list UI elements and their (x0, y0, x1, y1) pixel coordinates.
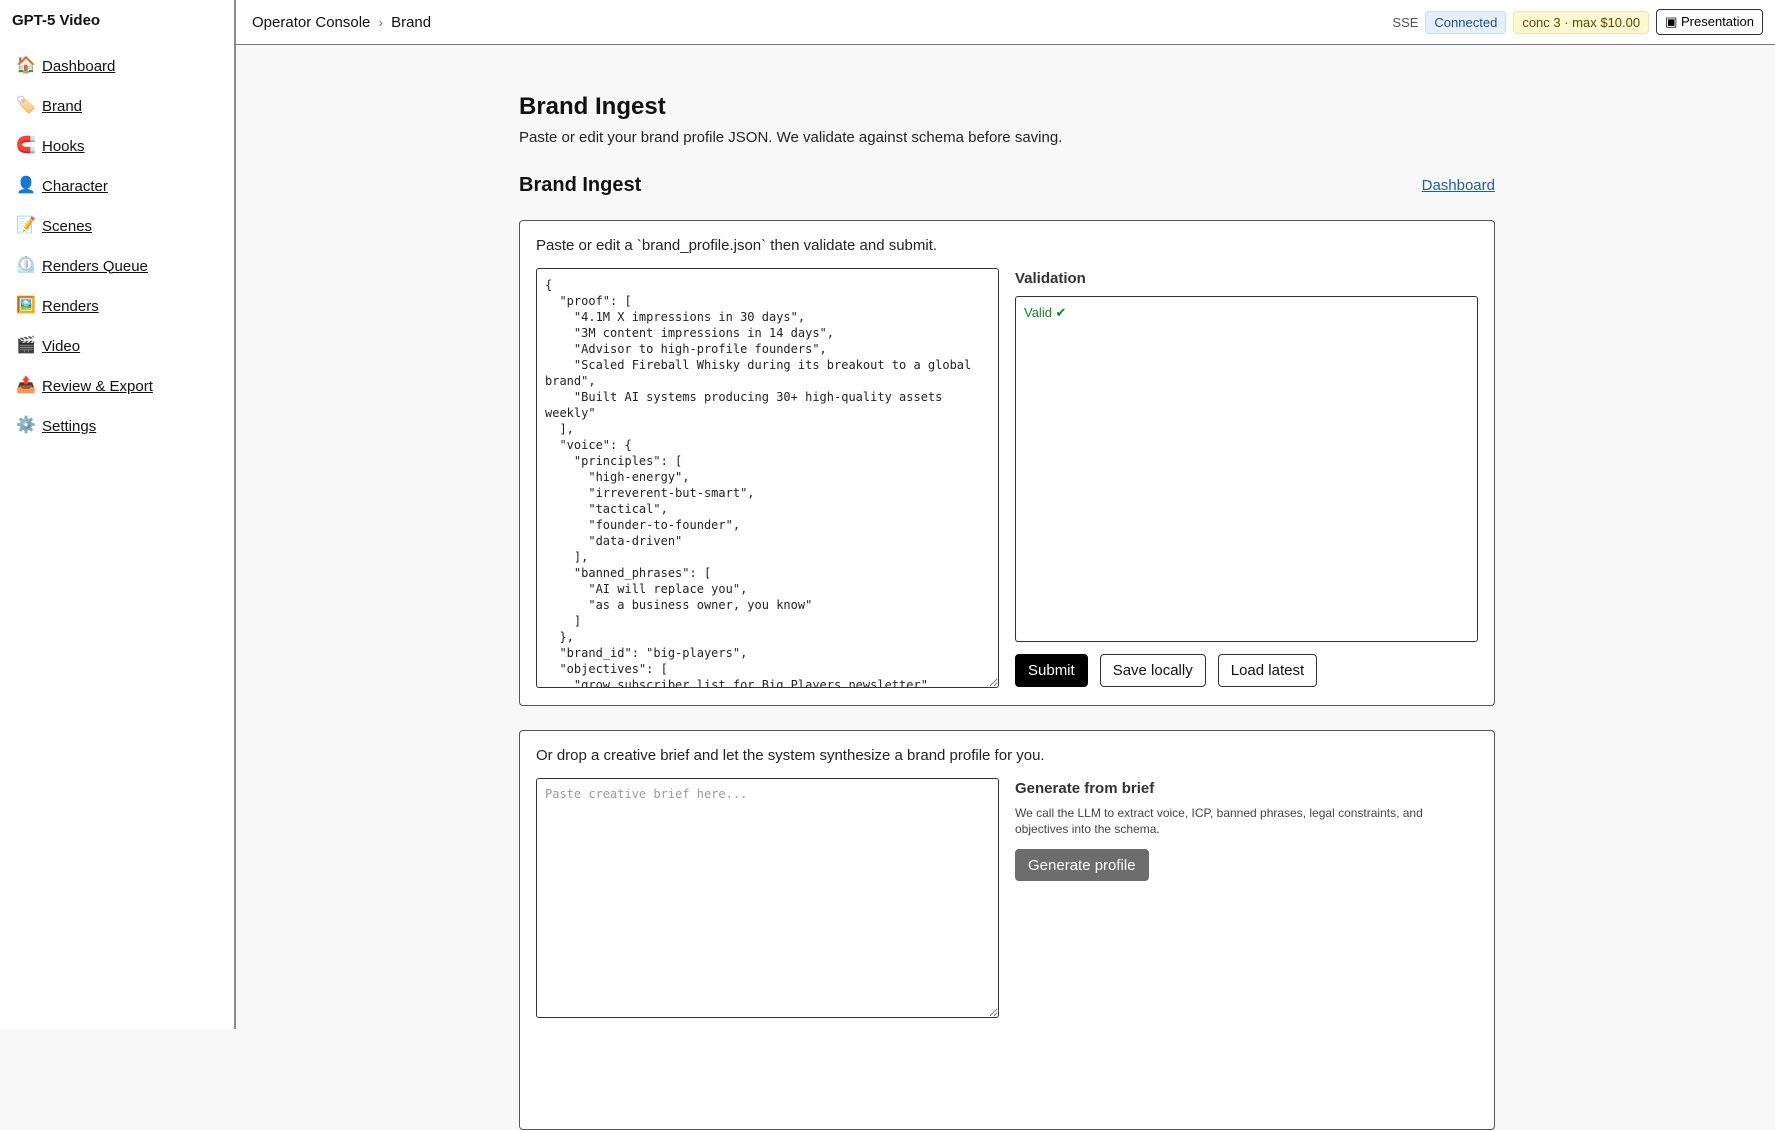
creative-brief-input[interactable] (536, 778, 999, 1018)
generate-title: Generate from brief (1015, 780, 1155, 797)
picture-icon: 🖼️ (16, 297, 36, 314)
validation-column: Validation Valid ✔ Submit Save locally L… (1015, 268, 1478, 688)
json-editor[interactable] (536, 268, 999, 688)
magnet-icon: 🧲 (16, 137, 36, 154)
brief-intro: Or drop a creative brief and let the sys… (536, 747, 1045, 764)
sidebar-item-label[interactable]: Renders Queue (42, 258, 148, 275)
sidebar-item-dashboard[interactable]: 🏠 Dashboard (0, 46, 234, 86)
ingest-card: Paste or edit a `brand_profile.json` the… (519, 220, 1495, 706)
chevron-right-icon: › (378, 14, 384, 30)
dashboard-link[interactable]: Dashboard (1422, 177, 1495, 194)
validation-output: Valid ✔ (1015, 296, 1478, 642)
sidebar-item-renders[interactable]: 🖼️ Renders (0, 286, 234, 326)
sidebar-item-video[interactable]: 🎬 Video (0, 326, 234, 366)
page-title: Brand Ingest (519, 93, 666, 120)
sidebar-item-settings[interactable]: ⚙️ Settings (0, 406, 234, 446)
generate-description: We call the LLM to extract voice, ICP, b… (1015, 806, 1423, 836)
ingest-intro: Paste or edit a `brand_profile.json` the… (536, 237, 938, 254)
memo-icon: 📝 (16, 217, 36, 234)
breadcrumb-root[interactable]: Operator Console (252, 14, 370, 31)
concurrency-badge: conc 3 · max $10.00 (1513, 10, 1650, 34)
home-icon: 🏠 (16, 57, 36, 74)
topbar: Operator Console › Brand SSE Connected c… (236, 0, 1775, 45)
ingest-split: Validation Valid ✔ Submit Save locally L… (536, 268, 1478, 688)
page-content: Brand Ingest Paste or edit your brand pr… (519, 45, 1495, 1130)
sidebar-item-scenes[interactable]: 📝 Scenes (0, 206, 234, 246)
sidebar-nav: 🏠 Dashboard 🏷️ Brand 🧲 Hooks 👤 Character 📝 Sc… (0, 46, 234, 446)
brief-card: Or drop a creative brief and let the sys… (519, 730, 1495, 1130)
status-bar: SSE Connected conc 3 · max $10.00 ▣ Pres… (1392, 9, 1763, 35)
app-root: GPT-5 Video 🏠 Dashboard 🏷️ Brand 🧲 Hooks 👤 C… (0, 0, 1775, 1130)
sidebar-item-label[interactable]: Renders (42, 298, 99, 315)
breadcrumb-current: Brand (391, 13, 432, 31)
clapper-icon: 🎬 (16, 337, 36, 354)
sse-label: SSE (1392, 14, 1419, 30)
timer-icon: ⏲️ (16, 257, 36, 274)
sidebar-item-renders-queue[interactable]: ⏲️ Renders Queue (0, 246, 234, 286)
sidebar: GPT-5 Video 🏠 Dashboard 🏷️ Brand 🧲 Hooks 👤 C… (0, 0, 236, 1029)
validation-label: Validation (1015, 270, 1086, 287)
sidebar-item-label[interactable]: Brand (42, 98, 82, 115)
presentation-button[interactable]: ▣ Presentation (1656, 9, 1763, 35)
sidebar-item-review-export[interactable]: 📤 Review & Export (0, 366, 234, 406)
generate-column: Generate from brief We call the LLM to e… (1015, 778, 1478, 1018)
sidebar-item-label[interactable]: Video (42, 338, 80, 355)
section-header: Brand Ingest Dashboard (519, 170, 1495, 200)
sidebar-item-label[interactable]: Hooks (42, 138, 85, 155)
generate-profile-button[interactable]: Generate profile (1015, 849, 1149, 881)
sidebar-item-label[interactable]: Settings (42, 418, 96, 435)
save-locally-button[interactable]: Save locally (1099, 654, 1206, 687)
sidebar-item-label[interactable]: Dashboard (42, 58, 115, 75)
sidebar-item-label[interactable]: Character (42, 178, 108, 195)
connection-status-badge: Connected (1425, 10, 1507, 34)
breadcrumb: Operator Console › Brand (252, 14, 431, 31)
ingest-actions: Submit Save locally Load latest (1015, 654, 1478, 687)
load-latest-button[interactable]: Load latest (1217, 654, 1318, 687)
tag-icon: 🏷️ (16, 97, 36, 114)
gear-icon: ⚙️ (16, 417, 36, 434)
section-title: Brand Ingest (519, 173, 642, 196)
page-subtitle: Paste or edit your brand profile JSON. W… (519, 129, 1063, 146)
outbox-icon: 📤 (16, 377, 36, 394)
sidebar-item-character[interactable]: 👤 Character (0, 166, 234, 206)
sidebar-item-label[interactable]: Review & Export (42, 378, 153, 395)
brief-split: Generate from brief We call the LLM to e… (536, 778, 1478, 1018)
sidebar-item-hooks[interactable]: 🧲 Hooks (0, 126, 234, 166)
main-area: Operator Console › Brand SSE Connected c… (236, 0, 1775, 1130)
submit-button[interactable]: Submit (1015, 654, 1088, 687)
sidebar-item-brand[interactable]: 🏷️ Brand (0, 86, 234, 126)
app-title: GPT-5 Video (12, 12, 101, 29)
person-icon: 👤 (16, 177, 36, 194)
sidebar-item-label[interactable]: Scenes (42, 218, 92, 235)
